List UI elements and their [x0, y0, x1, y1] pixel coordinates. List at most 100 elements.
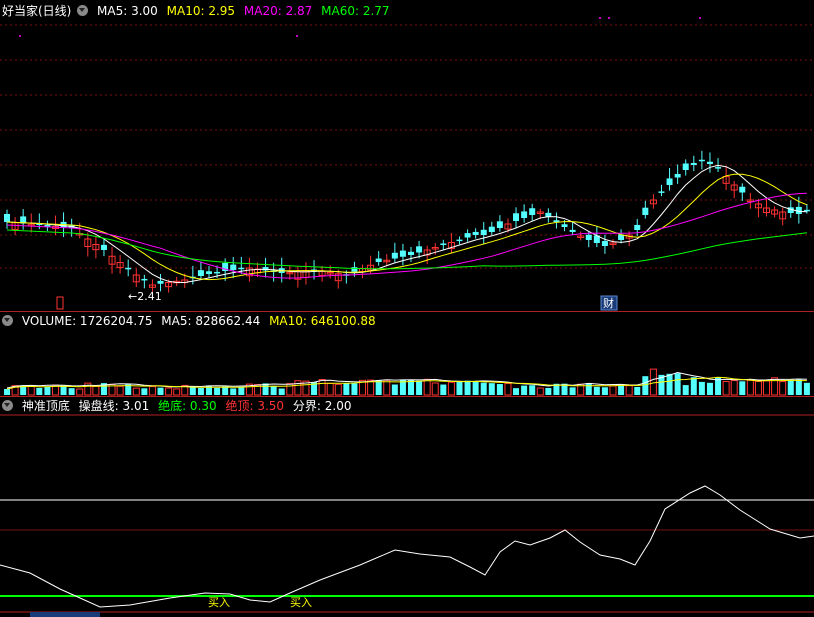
volume-bar — [521, 385, 528, 395]
indicator-panel: 神准顶底 操盘线: 3.01 绝底: 0.30 绝顶: 3.50 分界: 2.0… — [0, 397, 814, 617]
candle-down — [238, 267, 245, 270]
volume-bar — [642, 376, 649, 395]
candle-down — [706, 161, 713, 164]
volume-bar — [165, 387, 173, 396]
volume-bar — [609, 385, 617, 396]
volume-bar — [334, 383, 342, 396]
volume-bar — [197, 387, 204, 395]
volume-bar — [278, 388, 285, 395]
volume-bar — [601, 387, 608, 395]
divider-value-label: 分界: 2.00 — [292, 399, 352, 413]
operating-line — [0, 485, 814, 608]
date-cursor — [30, 612, 100, 617]
candle-down — [157, 280, 164, 284]
event-tag: 财 — [603, 296, 614, 310]
candle-down — [408, 251, 414, 255]
candle-down — [496, 221, 503, 228]
volume-bar — [649, 368, 657, 396]
candle-down — [4, 214, 10, 222]
volume-bar — [690, 377, 697, 395]
volume-bar — [625, 385, 633, 396]
volume-bar — [230, 388, 237, 395]
volume-bar — [440, 384, 447, 395]
volume-bar — [787, 379, 794, 395]
volume-bar — [536, 387, 544, 396]
ma10-line — [6, 173, 808, 281]
volume-bar — [585, 383, 592, 395]
volume-bar — [391, 384, 398, 395]
volume-bar — [545, 387, 552, 395]
candle-down — [674, 173, 681, 178]
indicator-chart[interactable]: 买入 买入 — [0, 397, 814, 617]
volume-bar — [27, 385, 35, 396]
volume-bar — [326, 382, 334, 396]
volume-bar — [238, 386, 245, 395]
candle-down — [141, 278, 148, 281]
stock-title: 好当家(日线) — [2, 4, 72, 18]
volume-dropdown-icon[interactable] — [2, 315, 13, 326]
candle-down — [739, 186, 746, 193]
candle-down — [464, 233, 471, 238]
volume-bar — [262, 383, 269, 395]
volume-bar — [496, 384, 503, 395]
candle-down — [125, 267, 132, 270]
volume-bar — [148, 386, 156, 396]
indicator-dropdown-icon[interactable] — [2, 400, 13, 411]
candle-down — [569, 229, 576, 232]
volume-bar — [746, 379, 754, 396]
candle-down — [529, 208, 536, 215]
indicator-name: 神准顶底 — [21, 399, 70, 413]
candle-down — [456, 239, 463, 242]
absolute-top-label: 绝顶: 3.50 — [225, 399, 285, 413]
candle-down — [803, 209, 810, 212]
top-dot — [296, 35, 298, 37]
volume-bar — [464, 380, 471, 395]
volume-bar — [343, 383, 350, 395]
volume-bar — [4, 389, 10, 395]
candle-down — [100, 244, 107, 250]
volume-bar — [431, 382, 439, 396]
candle-down — [585, 234, 592, 240]
volume-bar — [294, 380, 302, 396]
volume-bar — [529, 385, 536, 395]
volume-bar — [351, 383, 358, 395]
candle-down — [715, 167, 722, 169]
volume-bar — [739, 381, 746, 395]
volume-bar — [682, 385, 689, 395]
candle-down — [472, 231, 479, 235]
volume-bar — [270, 386, 277, 395]
buy-signal-1: 买入 — [208, 596, 230, 609]
candle-down — [197, 270, 204, 276]
volume-bar — [488, 383, 495, 395]
volume-bar — [472, 382, 479, 395]
candle-down — [634, 224, 641, 230]
candle-down — [262, 267, 269, 271]
volume-bar — [722, 380, 730, 396]
volume-bar — [173, 388, 181, 396]
candle-down — [480, 229, 487, 235]
volume-bar — [480, 382, 487, 395]
volume-ma5-label: MA5: 828662.44 — [161, 314, 261, 328]
dropdown-icon[interactable] — [77, 5, 89, 16]
candle-down — [44, 225, 51, 227]
candle-down — [666, 178, 673, 185]
volume-bar — [141, 388, 148, 395]
candle-down — [601, 241, 608, 246]
ma20-label: MA20: 2.87 — [243, 4, 313, 18]
volume-bar — [803, 382, 810, 395]
price-chart[interactable]: ←2.41 财 — [0, 0, 814, 312]
candle-down — [440, 243, 447, 245]
ma5-label: MA5: 3.00 — [97, 4, 158, 18]
volume-bar — [375, 380, 382, 395]
volume-bar — [513, 388, 520, 395]
ma60-label: MA60: 2.77 — [321, 4, 390, 18]
price-header: 好当家(日线) MA5: 3.00 MA10: 2.95 MA20: 2.87 … — [0, 3, 395, 19]
volume-bar — [92, 385, 100, 396]
volume-bar — [416, 380, 423, 395]
candle-down — [416, 246, 423, 253]
volume-header: VOLUME: 1726204.75 MA5: 828662.44 MA10: … — [0, 313, 381, 329]
volume-bar — [456, 381, 463, 395]
volume-bar — [593, 386, 600, 395]
top-dot — [599, 17, 601, 19]
volume-label: VOLUME: 1726204.75 — [21, 314, 153, 328]
